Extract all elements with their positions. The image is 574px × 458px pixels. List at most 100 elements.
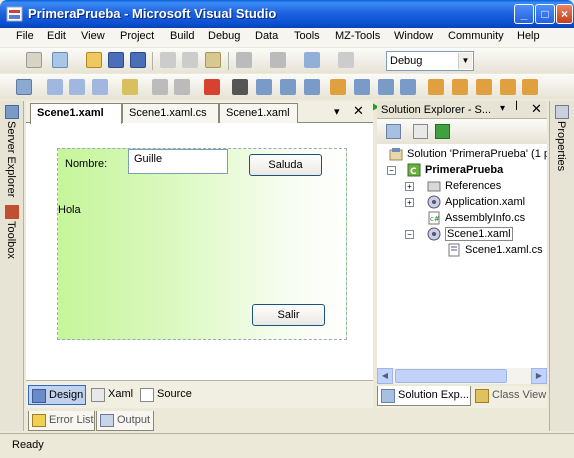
size-icon[interactable] — [69, 79, 85, 95]
next-bookmark-icon[interactable] — [378, 79, 394, 95]
expand-application-icon[interactable]: + — [405, 198, 414, 207]
menu-view[interactable]: View — [81, 30, 105, 42]
menu-help[interactable]: Help — [517, 30, 540, 42]
salir-button[interactable]: Salir — [252, 304, 325, 326]
xaml-view-button[interactable]: Xaml — [88, 385, 136, 405]
output-tab[interactable]: Output — [96, 411, 154, 431]
design-label: Design — [49, 389, 84, 401]
menu-edit[interactable]: Edit — [47, 30, 66, 42]
maximize-icon[interactable]: □ — [535, 4, 555, 24]
delete-icon[interactable] — [204, 79, 220, 95]
tree-node-references[interactable]: References — [427, 178, 501, 194]
tab-scene1-xaml-cs[interactable]: Scene1.xaml.cs — [122, 103, 219, 123]
menu-project[interactable]: Project — [120, 30, 154, 42]
toolbox-icon — [5, 205, 19, 219]
refresh-icon[interactable] — [435, 124, 450, 139]
cut-icon[interactable] — [160, 52, 176, 68]
prev-bookmark-icon[interactable] — [354, 79, 370, 95]
properties-icon[interactable] — [386, 124, 401, 139]
navigate-forward-icon[interactable] — [338, 52, 354, 68]
design-view-button[interactable]: Design — [28, 385, 86, 405]
clear-bookmark-icon[interactable] — [400, 79, 416, 95]
format-icon[interactable] — [256, 79, 272, 95]
dropdown-icon[interactable]: ▾ — [500, 103, 505, 114]
solution-config-dropdown[interactable]: Debug ▼ — [386, 51, 474, 71]
open-file-icon[interactable] — [86, 52, 102, 68]
menu-mz-tools[interactable]: MZ-Tools — [335, 30, 380, 42]
add-item-icon[interactable] — [52, 52, 68, 68]
name-textbox[interactable]: Guille — [128, 149, 228, 174]
tab-scene1-xaml-active[interactable]: Scene1.xaml — [30, 103, 122, 124]
tree-node-project[interactable]: C PrimeraPrueba — [407, 162, 503, 178]
horizontal-scrollbar[interactable]: ◀ ▶ — [377, 368, 547, 384]
menu-tools[interactable]: Tools — [294, 30, 320, 42]
saluda-button[interactable]: Saluda — [249, 154, 322, 176]
collapse-scene1-icon[interactable]: − — [405, 230, 414, 239]
output-label: Output — [117, 414, 151, 426]
navigate-back-icon[interactable] — [304, 52, 320, 68]
application-xaml-label: Application.xaml — [445, 196, 526, 208]
layout-c-icon[interactable] — [476, 79, 492, 95]
layout-a-icon[interactable] — [428, 79, 444, 95]
collapse-project-icon[interactable]: − — [387, 166, 396, 175]
source-view-button[interactable]: Source — [137, 385, 197, 405]
send-back-icon[interactable] — [174, 79, 190, 95]
minimize-icon[interactable]: _ — [514, 4, 534, 24]
scroll-thumb[interactable] — [395, 369, 507, 383]
show-all-files-icon[interactable] — [413, 124, 428, 139]
new-project-icon[interactable] — [26, 52, 42, 68]
tree-node-assemblyinfo[interactable]: c# AssemblyInfo.cs — [427, 210, 525, 226]
menu-window[interactable]: Window — [394, 30, 433, 42]
menu-file[interactable]: File — [16, 30, 34, 42]
scroll-right-icon[interactable]: ▶ — [531, 368, 547, 384]
tree-node-solution[interactable]: Solution 'PrimeraPrueba' (1 p — [389, 146, 547, 162]
bookmark-icon[interactable] — [330, 79, 346, 95]
redo-icon[interactable] — [270, 52, 286, 68]
tree-node-application-xaml[interactable]: Application.xaml — [427, 194, 525, 210]
center-icon[interactable] — [92, 79, 108, 95]
indent-icon[interactable] — [280, 79, 296, 95]
scroll-left-icon[interactable]: ◀ — [377, 368, 393, 384]
expand-references-icon[interactable]: + — [405, 182, 414, 191]
error-list-tab[interactable]: Error List — [28, 411, 95, 431]
copy-icon[interactable] — [182, 52, 198, 68]
bring-front-icon[interactable] — [152, 79, 168, 95]
class-view-label: Class View — [492, 389, 547, 401]
layout-b-icon[interactable] — [452, 79, 468, 95]
menu-debug[interactable]: Debug — [208, 30, 240, 42]
tab-scene1-xaml-2[interactable]: Scene1.xaml — [219, 103, 298, 123]
solution-config-value: Debug — [390, 55, 423, 67]
server-explorer-tab[interactable]: Server Explorer — [5, 121, 17, 197]
outdent-icon[interactable] — [304, 79, 320, 95]
cs-file-icon: c# — [428, 211, 440, 225]
find-icon[interactable] — [232, 79, 248, 95]
tab-order-icon[interactable] — [122, 79, 138, 95]
solution-tree: Solution 'PrimeraPrueba' (1 p − C Primer… — [377, 144, 547, 368]
tree-node-scene1-xaml[interactable]: Scene1.xaml — [427, 226, 513, 242]
save-icon[interactable] — [108, 52, 124, 68]
close-icon[interactable]: × — [556, 4, 573, 24]
properties-window-icon[interactable] — [16, 79, 32, 95]
align-icon[interactable] — [47, 79, 63, 95]
menu-data[interactable]: Data — [255, 30, 278, 42]
toolbox-tab[interactable]: Toolbox — [5, 221, 17, 259]
server-icon — [5, 105, 19, 119]
properties-tab[interactable]: Properties — [555, 121, 567, 171]
output-icon — [100, 414, 114, 427]
tree-node-scene1-xaml-cs[interactable]: Scene1.xaml.cs — [447, 242, 543, 258]
layout-e-icon[interactable] — [522, 79, 538, 95]
class-view-tab[interactable]: Class View — [472, 386, 547, 406]
pin-icon[interactable]: ꟾ — [515, 102, 518, 113]
menu-build[interactable]: Build — [170, 30, 194, 42]
save-all-icon[interactable] — [130, 52, 146, 68]
close-panel-icon[interactable]: ✕ — [531, 101, 542, 117]
document-dropdown-icon[interactable]: ▾ — [334, 105, 340, 118]
paste-icon[interactable] — [205, 52, 221, 68]
menu-community[interactable]: Community — [448, 30, 504, 42]
layout-d-icon[interactable] — [500, 79, 516, 95]
solution-explorer-header: Solution Explorer - S... — [377, 101, 547, 119]
solution-explorer-tab[interactable]: Solution Exp... — [377, 386, 471, 406]
close-document-icon[interactable]: ✕ — [353, 103, 364, 119]
project-label: PrimeraPrueba — [425, 164, 504, 176]
undo-icon[interactable] — [236, 52, 252, 68]
